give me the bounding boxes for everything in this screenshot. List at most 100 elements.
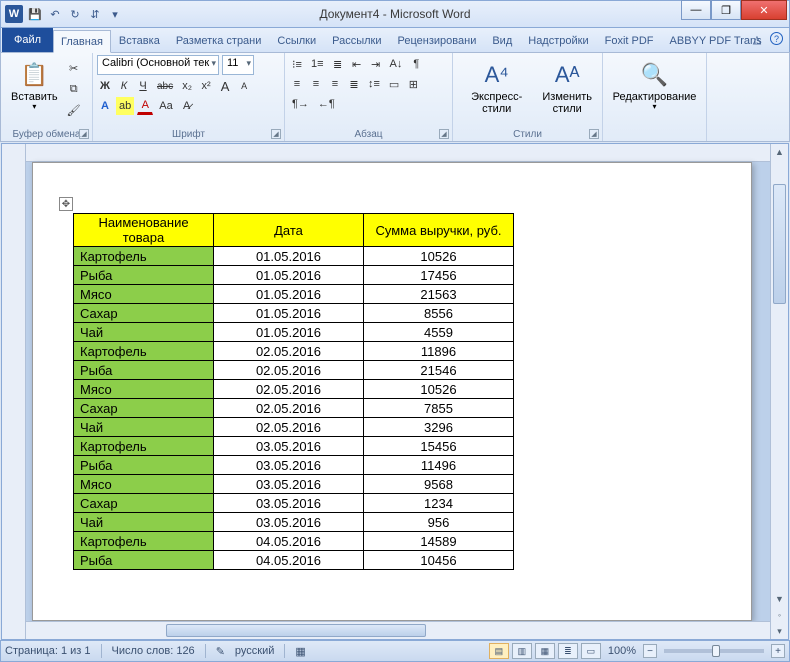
- data-table[interactable]: Наименование товара Дата Сумма выручки, …: [73, 213, 514, 570]
- scrollbar-horizontal[interactable]: [26, 621, 770, 639]
- status-language[interactable]: русский: [235, 645, 274, 657]
- tab-foxit[interactable]: Foxit PDF: [597, 29, 662, 52]
- editing-button[interactable]: 🔍 Редактирование ▾: [607, 55, 702, 116]
- cell-sum[interactable]: 10526: [364, 380, 514, 399]
- cell-sum[interactable]: 17456: [364, 266, 514, 285]
- cell-date[interactable]: 01.05.2016: [214, 285, 364, 304]
- format-painter-icon[interactable]: 🖌: [64, 101, 84, 119]
- cell-sum[interactable]: 7855: [364, 399, 514, 418]
- cell-name[interactable]: Картофель: [74, 342, 214, 361]
- text-effects-button[interactable]: A: [97, 97, 113, 115]
- zoom-out-button[interactable]: −: [643, 644, 657, 658]
- table-row[interactable]: Сахар03.05.20161234: [74, 494, 514, 513]
- inc-indent-button[interactable]: ⇥: [368, 55, 384, 73]
- zoom-thumb[interactable]: [712, 645, 720, 657]
- cell-name[interactable]: Картофель: [74, 247, 214, 266]
- cell-name[interactable]: Рыба: [74, 266, 214, 285]
- clear-format-button[interactable]: A̷: [179, 97, 195, 115]
- scroll-thumb-h[interactable]: [166, 624, 426, 637]
- cell-sum[interactable]: 11496: [364, 456, 514, 475]
- save-icon[interactable]: 💾: [27, 6, 43, 22]
- numbering-button[interactable]: 1≡: [308, 55, 327, 73]
- zoom-slider[interactable]: [664, 649, 764, 653]
- bullets-button[interactable]: ⁝≡: [289, 55, 305, 73]
- cell-name[interactable]: Сахар: [74, 399, 214, 418]
- align-center-button[interactable]: ≡: [308, 75, 324, 93]
- ruler-horizontal[interactable]: [26, 144, 770, 162]
- redo-icon[interactable]: ↻: [67, 6, 83, 22]
- cell-name[interactable]: Мясо: [74, 285, 214, 304]
- scroll-down-icon[interactable]: ▼: [771, 591, 788, 607]
- highlight-button[interactable]: ab: [116, 97, 134, 115]
- cell-name[interactable]: Картофель: [74, 532, 214, 551]
- minimize-ribbon-icon[interactable]: △: [750, 32, 764, 46]
- qat-more-icon[interactable]: ⇵: [87, 6, 103, 22]
- show-marks-button[interactable]: ¶: [408, 55, 424, 73]
- line-spacing-button[interactable]: ↕≡: [365, 75, 383, 93]
- col-date[interactable]: Дата: [214, 214, 364, 247]
- strike-button[interactable]: abc: [154, 77, 176, 95]
- tab-home[interactable]: Главная: [53, 30, 111, 53]
- macro-icon[interactable]: ▦: [295, 645, 305, 658]
- cell-date[interactable]: 03.05.2016: [214, 437, 364, 456]
- proofing-icon[interactable]: ✎: [216, 645, 225, 658]
- cell-date[interactable]: 01.05.2016: [214, 323, 364, 342]
- cell-name[interactable]: Рыба: [74, 361, 214, 380]
- change-styles-button[interactable]: Aᴬ Изменить стили: [536, 55, 598, 119]
- cell-date[interactable]: 01.05.2016: [214, 247, 364, 266]
- cell-date[interactable]: 01.05.2016: [214, 266, 364, 285]
- page[interactable]: ✥ Наименование товара Дата Сумма выручки…: [32, 162, 752, 621]
- paragraph-launcher[interactable]: ◢: [439, 129, 449, 139]
- table-row[interactable]: Картофель01.05.201610526: [74, 247, 514, 266]
- cell-sum[interactable]: 8556: [364, 304, 514, 323]
- scroll-up-icon[interactable]: ▲: [771, 144, 788, 160]
- table-row[interactable]: Рыба01.05.201617456: [74, 266, 514, 285]
- table-row[interactable]: Мясо03.05.20169568: [74, 475, 514, 494]
- table-row[interactable]: Картофель02.05.201611896: [74, 342, 514, 361]
- cell-name[interactable]: Рыба: [74, 551, 214, 570]
- clipboard-launcher[interactable]: ◢: [79, 129, 89, 139]
- multilevel-button[interactable]: ≣: [330, 55, 346, 73]
- cell-sum[interactable]: 11896: [364, 342, 514, 361]
- cell-sum[interactable]: 3296: [364, 418, 514, 437]
- table-row[interactable]: Сахар02.05.20167855: [74, 399, 514, 418]
- status-words[interactable]: Число слов: 126: [112, 645, 195, 657]
- table-row[interactable]: Рыба04.05.201610456: [74, 551, 514, 570]
- cell-sum[interactable]: 10456: [364, 551, 514, 570]
- web-view-button[interactable]: ▦: [535, 643, 555, 659]
- cell-name[interactable]: Мясо: [74, 475, 214, 494]
- align-left-button[interactable]: ≡: [289, 75, 305, 93]
- table-row[interactable]: Мясо02.05.201610526: [74, 380, 514, 399]
- tab-review[interactable]: Рецензировани: [390, 29, 485, 52]
- copy-icon[interactable]: ⧉: [64, 80, 84, 98]
- cell-date[interactable]: 03.05.2016: [214, 513, 364, 532]
- tab-layout[interactable]: Разметка страни: [168, 29, 270, 52]
- underline-button[interactable]: Ч: [135, 77, 151, 95]
- cell-name[interactable]: Мясо: [74, 380, 214, 399]
- maximize-button[interactable]: ❐: [711, 0, 741, 20]
- table-row[interactable]: Чай01.05.20164559: [74, 323, 514, 342]
- borders-button[interactable]: ⊞: [405, 75, 421, 93]
- undo-icon[interactable]: ↶: [47, 6, 63, 22]
- cell-date[interactable]: 03.05.2016: [214, 456, 364, 475]
- qat-dropdown-icon[interactable]: ▾: [107, 6, 123, 22]
- cell-date[interactable]: 02.05.2016: [214, 342, 364, 361]
- zoom-in-button[interactable]: +: [771, 644, 785, 658]
- cell-date[interactable]: 02.05.2016: [214, 399, 364, 418]
- change-case-button[interactable]: Aa: [156, 97, 175, 115]
- scroll-thumb-v[interactable]: [773, 184, 786, 304]
- cell-sum[interactable]: 10526: [364, 247, 514, 266]
- shading-button[interactable]: ▭: [386, 75, 402, 93]
- cell-sum[interactable]: 21563: [364, 285, 514, 304]
- cut-icon[interactable]: ✂: [64, 59, 84, 77]
- tab-insert[interactable]: Вставка: [111, 29, 168, 52]
- align-right-button[interactable]: ≡: [327, 75, 343, 93]
- table-row[interactable]: Чай02.05.20163296: [74, 418, 514, 437]
- table-row[interactable]: Рыба03.05.201611496: [74, 456, 514, 475]
- cell-sum[interactable]: 9568: [364, 475, 514, 494]
- cell-date[interactable]: 02.05.2016: [214, 380, 364, 399]
- sort-button[interactable]: A↓: [387, 55, 406, 73]
- rtl-button[interactable]: ←¶: [315, 95, 338, 113]
- tab-mailings[interactable]: Рассылки: [324, 29, 389, 52]
- superscript-button[interactable]: x²: [198, 77, 214, 95]
